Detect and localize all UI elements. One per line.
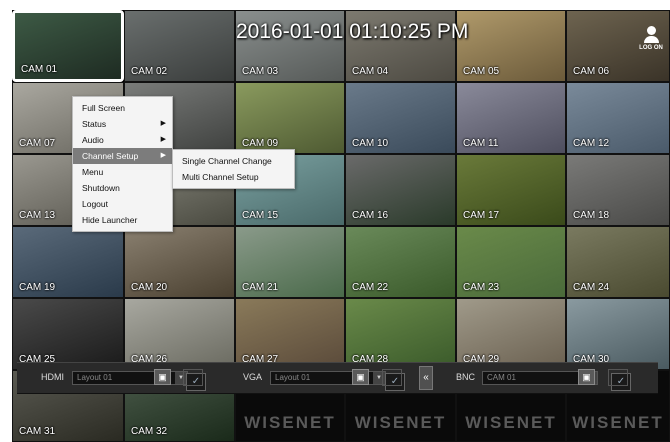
camera-tile[interactable]: CAM 22 (345, 226, 456, 298)
camera-label: CAM 13 (19, 210, 56, 221)
camera-label: CAM 31 (19, 426, 56, 437)
menu-item-label: Full Screen (82, 103, 125, 113)
vga-label: VGA (243, 372, 263, 382)
camera-label: CAM 22 (352, 282, 389, 293)
menu-item-label: Hide Launcher (82, 215, 138, 225)
camera-label: CAM 05 (463, 66, 500, 77)
camera-tile[interactable]: CAM 09 (235, 82, 345, 154)
menu-item-single-channel-change[interactable]: Single Channel Change (173, 153, 294, 169)
camera-tile[interactable]: CAM 02 (124, 10, 235, 82)
camera-label: CAM 20 (131, 282, 168, 293)
menu-item-hide-launcher[interactable]: Hide Launcher (73, 212, 172, 228)
camera-tile[interactable]: CAM 30 (566, 298, 670, 370)
camera-label: CAM 04 (352, 66, 389, 77)
submenu-arrow-icon: ▶ (160, 136, 166, 143)
brand-watermark: WISENET (244, 413, 336, 432)
menu-item-logout[interactable]: Logout (73, 196, 172, 212)
menu-item-label: Menu (82, 167, 104, 177)
camera-tile[interactable]: CAM 18 (566, 154, 670, 226)
collapse-launcher-button[interactable]: « (419, 366, 433, 390)
hdmi-label: HDMI (41, 372, 64, 382)
datetime-overlay: 2016-01-01 01:10:25 PM (236, 20, 469, 43)
camera-tile[interactable]: CAM 28 (345, 298, 456, 370)
checkbox-icon: ✓ (616, 376, 626, 387)
camera-tile[interactable]: CAM 24 (566, 226, 670, 298)
camera-label: CAM 24 (573, 282, 610, 293)
camera-tile[interactable]: CAM 21 (235, 226, 345, 298)
menu-item-channel-setup[interactable]: Channel Setup ▶ (73, 148, 172, 164)
menu-item-menu[interactable]: Menu (73, 164, 172, 180)
checkbox-icon: ✓ (191, 376, 201, 387)
hdmi-layout-value: Layout 01 (77, 373, 113, 382)
menu-item-label: Logout (82, 199, 108, 209)
camera-tile[interactable]: CAM 20 (124, 226, 235, 298)
camera-label: CAM 10 (352, 138, 389, 149)
menu-item-label: Channel Setup (82, 151, 139, 161)
submenu-arrow-icon: ▶ (160, 120, 166, 127)
menu-item-shutdown[interactable]: Shutdown (73, 180, 172, 196)
camera-tile[interactable]: CAM 27 (235, 298, 345, 370)
menu-item-label: Single Channel Change (182, 156, 272, 166)
camera-settings-icon: ▣ (158, 372, 167, 382)
menu-item-audio[interactable]: Audio ▶ (73, 132, 172, 148)
camera-label: CAM 19 (19, 282, 56, 293)
camera-label: CAM 03 (242, 66, 279, 77)
launcher-bar: HDMI Layout 01 ▼ ▣ ✓ VGA Layout 01 ▼ ▣ ✓… (17, 362, 658, 394)
brand-watermark: WISENET (354, 413, 447, 432)
camera-label: CAM 01 (21, 64, 58, 75)
camera-tile[interactable]: CAM 05 (456, 10, 566, 82)
menu-item-label: Shutdown (82, 183, 120, 193)
hdmi-sequence-checkbox[interactable]: ✓ (183, 369, 206, 391)
menu-item-label: Status (82, 119, 107, 129)
camera-tile[interactable]: CAM 10 (345, 82, 456, 154)
bnc-apply-button[interactable]: ▣ (578, 369, 595, 385)
menu-item-full-screen[interactable]: Full Screen (73, 100, 172, 116)
camera-settings-icon: ▣ (356, 372, 365, 382)
camera-tile[interactable]: CAM 23 (456, 226, 566, 298)
bnc-channel-value: CAM 01 (487, 373, 516, 382)
logon-label: LOG ON (639, 45, 663, 51)
camera-label: CAM 15 (242, 210, 279, 221)
camera-label: CAM 16 (352, 210, 389, 221)
camera-label: CAM 23 (463, 282, 500, 293)
hdmi-apply-button[interactable]: ▣ (154, 369, 171, 385)
camera-label: CAM 17 (463, 210, 500, 221)
menu-item-label: Multi Channel Setup (182, 172, 259, 182)
menu-item-multi-channel-setup[interactable]: Multi Channel Setup (173, 169, 294, 185)
camera-tile[interactable]: CAM 16 (345, 154, 456, 226)
camera-tile[interactable]: CAM 17 (456, 154, 566, 226)
bnc-label: BNC (456, 372, 476, 382)
camera-tile[interactable]: CAM 25 (12, 298, 124, 370)
camera-tile[interactable]: CAM 29 (456, 298, 566, 370)
context-menu: Full Screen Status ▶ Audio ▶ Channel Setup… (72, 96, 173, 232)
camera-label: CAM 06 (573, 66, 610, 77)
brand-watermark: WISENET (465, 413, 557, 432)
user-icon (636, 26, 666, 43)
camera-label: CAM 11 (463, 138, 499, 149)
vga-sequence-checkbox[interactable]: ✓ (382, 369, 405, 391)
logon-button[interactable]: LOG ON (636, 26, 666, 51)
camera-tile[interactable]: CAM 11 (456, 82, 566, 154)
brand-watermark: WISENET (572, 413, 664, 432)
camera-label: CAM 07 (19, 138, 56, 149)
camera-tile[interactable]: CAM 19 (12, 226, 124, 298)
vga-apply-button[interactable]: ▣ (352, 369, 369, 385)
camera-label: CAM 12 (573, 138, 610, 149)
checkbox-icon: ✓ (390, 376, 400, 387)
menu-item-status[interactable]: Status ▶ (73, 116, 172, 132)
camera-label: CAM 32 (131, 426, 168, 437)
camera-label: CAM 09 (242, 138, 279, 149)
bnc-sequence-checkbox[interactable]: ✓ (608, 369, 631, 391)
camera-label: CAM 18 (573, 210, 610, 221)
camera-settings-icon: ▣ (582, 372, 591, 382)
menu-item-label: Audio (82, 135, 104, 145)
camera-label: CAM 02 (131, 66, 168, 77)
vga-layout-value: Layout 01 (275, 373, 311, 382)
camera-tile[interactable]: CAM 12 (566, 82, 670, 154)
camera-tile[interactable]: CAM 01 (12, 10, 124, 82)
channel-setup-submenu: Single Channel Change Multi Channel Setu… (172, 149, 295, 189)
camera-label: CAM 21 (242, 282, 279, 293)
camera-tile[interactable]: CAM 26 (124, 298, 235, 370)
submenu-arrow-icon: ▶ (160, 152, 166, 159)
